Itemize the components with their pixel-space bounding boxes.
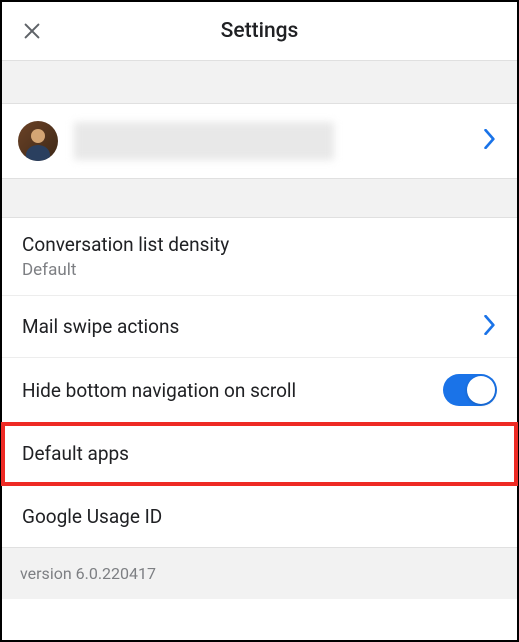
close-icon bbox=[21, 20, 43, 42]
page-title: Settings bbox=[221, 19, 299, 43]
usage-id-label: Google Usage ID bbox=[22, 505, 162, 528]
close-button[interactable] bbox=[18, 17, 46, 45]
version-text: version 6.0.220417 bbox=[20, 564, 156, 583]
mail-swipe-label: Mail swipe actions bbox=[22, 315, 179, 338]
hide-nav-row: Hide bottom navigation on scroll bbox=[2, 358, 517, 423]
header: Settings bbox=[2, 2, 517, 60]
conversation-density-row[interactable]: Conversation list density Default bbox=[2, 218, 517, 296]
conversation-density-label: Conversation list density bbox=[22, 233, 229, 256]
hide-nav-toggle[interactable] bbox=[443, 374, 497, 406]
toggle-thumb bbox=[467, 376, 495, 404]
section-gap bbox=[2, 178, 517, 218]
default-apps-row[interactable]: Default apps bbox=[2, 423, 517, 485]
account-row[interactable] bbox=[2, 104, 517, 178]
chevron-right-icon bbox=[483, 129, 497, 153]
mail-swipe-row[interactable]: Mail swipe actions bbox=[2, 296, 517, 358]
chevron-right-icon bbox=[483, 315, 497, 339]
version-footer: version 6.0.220417 bbox=[2, 547, 517, 599]
usage-id-row[interactable]: Google Usage ID bbox=[2, 485, 517, 547]
hide-nav-label: Hide bottom navigation on scroll bbox=[22, 379, 296, 402]
section-gap bbox=[2, 60, 517, 104]
conversation-density-value: Default bbox=[22, 260, 229, 280]
account-name-redacted bbox=[74, 122, 334, 160]
avatar bbox=[18, 121, 58, 161]
default-apps-label: Default apps bbox=[22, 442, 129, 465]
